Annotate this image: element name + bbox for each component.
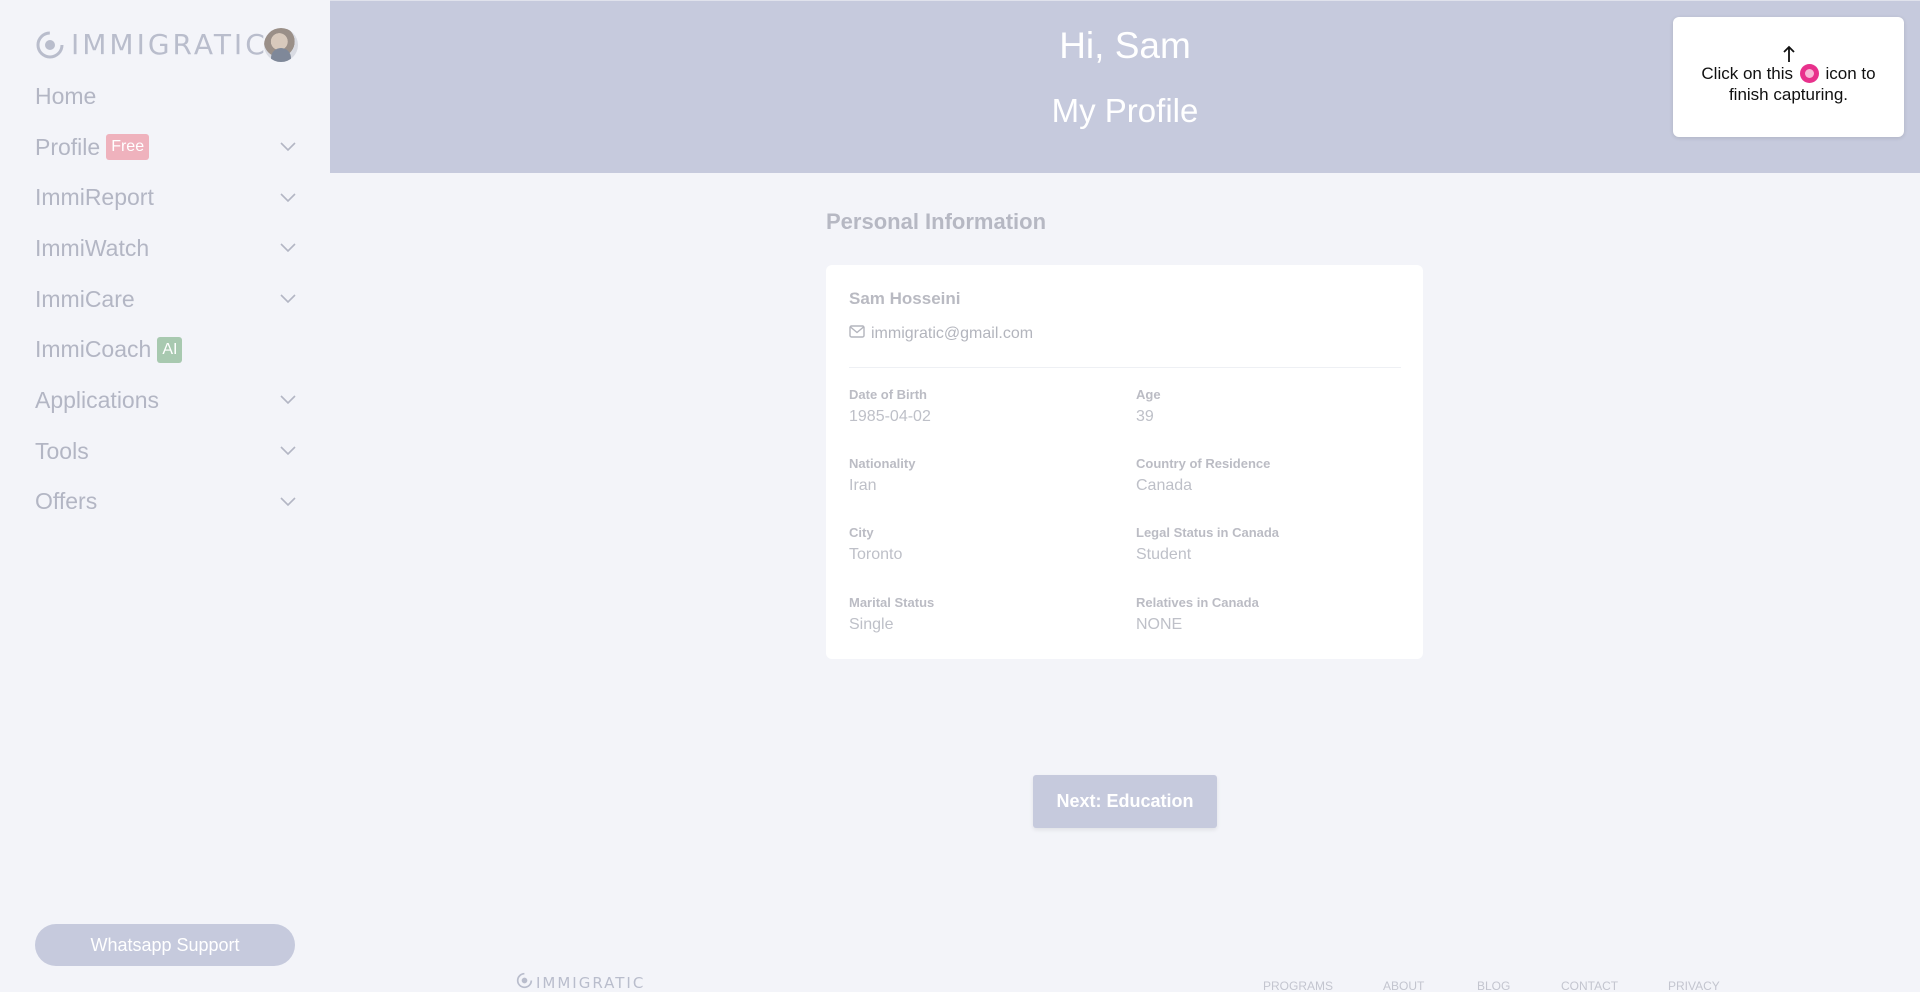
field-country-of-residence: Country of Residence Canada xyxy=(1136,456,1270,495)
field-label: Relatives in Canada xyxy=(1136,595,1259,610)
sidebar-item-label: ImmiWatch xyxy=(35,234,150,261)
field-city: City Toronto xyxy=(849,525,902,564)
email-address: immigratic@gmail.com xyxy=(871,325,1034,342)
sidebar-item-immicoach[interactable]: ImmiCoach AI xyxy=(35,324,297,375)
field-label: City xyxy=(849,525,874,540)
sidebar-item-label: Applications xyxy=(35,386,160,413)
capture-tooltip: Click on this icon to finish capturing. xyxy=(1673,17,1904,137)
chevron-down-icon[interactable] xyxy=(279,493,297,511)
field-value: NONE xyxy=(1136,616,1183,633)
section-title: Personal Information xyxy=(826,209,1047,234)
sidebar-item-label: Home xyxy=(35,82,97,109)
logo-mark-icon xyxy=(35,30,65,60)
field-value: 39 xyxy=(1136,408,1154,425)
email-row: immigratic@gmail.com xyxy=(849,325,1033,343)
free-badge: Free xyxy=(106,134,150,161)
field-value: Canada xyxy=(1136,477,1193,494)
field-label: Age xyxy=(1136,387,1161,402)
arrow-up-icon xyxy=(1673,45,1904,63)
field-label: Date of Birth xyxy=(849,387,927,402)
whatsapp-support-button[interactable]: Whatsapp Support xyxy=(35,924,295,966)
divider xyxy=(849,367,1401,368)
tooltip-text-before: Click on this xyxy=(1701,64,1794,83)
footer-link-privacy[interactable]: PRIVACY xyxy=(1668,979,1720,992)
field-value: 1985-04-02 xyxy=(849,408,931,425)
footer-link-blog[interactable]: BLOG xyxy=(1477,979,1510,992)
tooltip-text: Click on this icon to finish capturing. xyxy=(1673,63,1904,105)
sidebar-item-offers[interactable]: Offers xyxy=(35,477,297,528)
field-label: Legal Status in Canada xyxy=(1136,525,1280,540)
sidebar: IMMIGRATIC Home Profile Free ImmiReport … xyxy=(0,0,330,992)
avatar[interactable] xyxy=(264,28,298,62)
brand-name: IMMIGRATIC xyxy=(71,28,268,61)
logo-mark-icon xyxy=(516,972,533,992)
ai-badge: AI xyxy=(157,336,183,363)
footer-brand: IMMIGRATIC xyxy=(536,974,646,992)
chevron-down-icon[interactable] xyxy=(279,391,297,409)
footer-link-about[interactable]: ABOUT xyxy=(1383,979,1424,992)
field-nationality: Nationality Iran xyxy=(849,456,915,495)
footer-link-programs[interactable]: PROGRAMS xyxy=(1263,979,1333,992)
chevron-down-icon[interactable] xyxy=(279,138,297,156)
next-education-button[interactable]: Next: Education xyxy=(1033,775,1217,828)
field-label: Nationality xyxy=(849,456,916,471)
sidebar-item-tools[interactable]: Tools xyxy=(35,426,297,477)
field-relatives-in-canada: Relatives in Canada NONE xyxy=(1136,595,1259,634)
sidebar-item-immireport[interactable]: ImmiReport xyxy=(35,172,297,223)
field-marital-status: Marital Status Single xyxy=(849,595,934,634)
field-date-of-birth: Date of Birth 1985-04-02 xyxy=(849,387,931,426)
field-value: Single xyxy=(849,616,894,633)
footer-logo[interactable]: IMMIGRATIC xyxy=(516,972,645,992)
field-age: Age 39 xyxy=(1136,387,1161,426)
record-icon xyxy=(1799,64,1819,83)
mail-icon xyxy=(849,325,865,343)
sidebar-item-label: Offers xyxy=(35,488,98,515)
chevron-down-icon[interactable] xyxy=(279,189,297,207)
field-value: Iran xyxy=(849,477,877,494)
sidebar-item-home[interactable]: Home xyxy=(35,71,297,122)
footer-link-contact[interactable]: CONTACT xyxy=(1561,979,1618,992)
personal-info-card: Sam Hosseini immigratic@gmail.com Date o… xyxy=(826,265,1423,659)
sidebar-item-label: ImmiCoach xyxy=(35,336,152,363)
field-legal-status: Legal Status in Canada Student xyxy=(1136,525,1279,564)
sidebar-item-label: ImmiReport xyxy=(35,184,154,211)
brand-logo[interactable]: IMMIGRATIC xyxy=(35,28,268,61)
sidebar-item-immicare[interactable]: ImmiCare xyxy=(35,274,297,325)
sidebar-item-profile[interactable]: Profile Free xyxy=(35,122,297,173)
sidebar-item-immiwatch[interactable]: ImmiWatch xyxy=(35,223,297,274)
field-value: Student xyxy=(1136,546,1192,563)
sidebar-nav: Home Profile Free ImmiReport ImmiWatch I… xyxy=(35,71,297,527)
field-value: Toronto xyxy=(849,546,903,563)
chevron-down-icon[interactable] xyxy=(279,442,297,460)
field-label: Country of Residence xyxy=(1136,456,1271,471)
sidebar-item-label: ImmiCare xyxy=(35,285,135,312)
sidebar-item-label: Profile xyxy=(35,133,101,160)
sidebar-item-label: Tools xyxy=(35,437,89,464)
chevron-down-icon[interactable] xyxy=(279,290,297,308)
field-label: Marital Status xyxy=(849,595,935,610)
sidebar-item-applications[interactable]: Applications xyxy=(35,375,297,426)
chevron-down-icon[interactable] xyxy=(279,239,297,257)
person-name: Sam Hosseini xyxy=(849,289,961,308)
